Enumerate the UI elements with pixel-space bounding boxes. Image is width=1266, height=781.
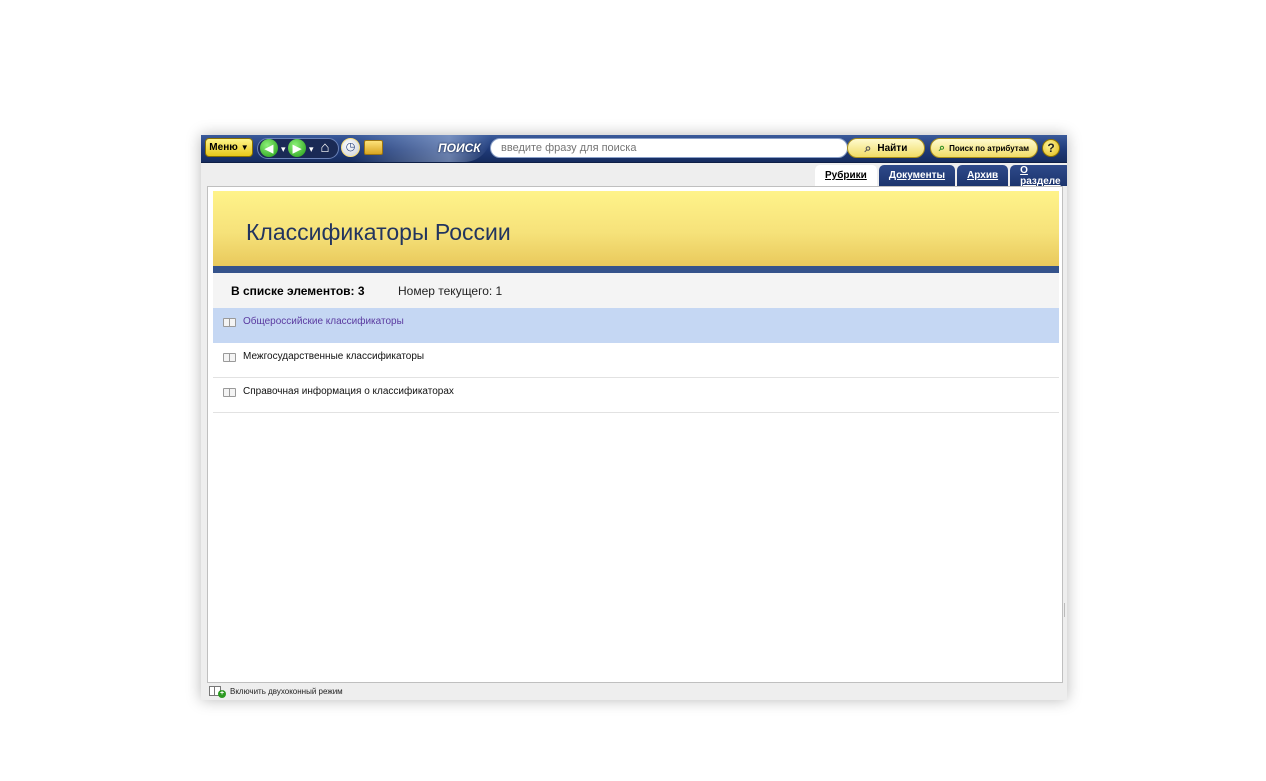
attribute-search-icon: ⌕ bbox=[938, 141, 946, 154]
tab-about[interactable]: О разделе bbox=[1010, 165, 1067, 187]
tab-rubrics[interactable]: Рубрики bbox=[815, 165, 877, 186]
history-icon[interactable]: ◷ bbox=[341, 138, 360, 157]
app-window: Меню ▼ ◀ ▾ ▶ ▾ ⌂ ◷ ПОИСК ⌕ Найти ⌕ Поиск… bbox=[201, 135, 1067, 700]
attribute-search-label: Поиск по атрибутам bbox=[949, 143, 1030, 153]
status-bar: + Включить двухоконный режим bbox=[201, 683, 1067, 700]
book-icon bbox=[223, 318, 236, 327]
find-button[interactable]: ⌕ Найти bbox=[847, 138, 925, 158]
menu-button-label: Меню bbox=[209, 142, 238, 153]
help-icon[interactable]: ? bbox=[1042, 139, 1060, 157]
book-icon bbox=[223, 388, 236, 397]
item-count-label: В списке элементов: 3 bbox=[231, 284, 365, 298]
forward-arrow-icon[interactable]: ▶ bbox=[288, 139, 306, 157]
folder-icon[interactable] bbox=[364, 140, 383, 155]
dual-mode-toggle[interactable]: Включить двухоконный режим bbox=[230, 687, 343, 696]
menu-button[interactable]: Меню ▼ bbox=[205, 138, 253, 157]
page-banner: Классификаторы России bbox=[213, 191, 1059, 266]
banner-divider bbox=[213, 266, 1059, 273]
tab-bar: Рубрики Документы Архив О разделе bbox=[815, 165, 1067, 187]
list-item-label[interactable]: Справочная информация о классификаторах bbox=[243, 386, 454, 397]
list-item-label[interactable]: Общероссийские классификаторы bbox=[243, 316, 404, 327]
back-arrow-icon[interactable]: ◀ bbox=[260, 139, 278, 157]
find-button-label: Найти bbox=[877, 142, 908, 154]
back-dropdown-icon[interactable]: ▾ bbox=[281, 144, 286, 155]
content-panel: Классификаторы России В списке элементов… bbox=[207, 186, 1063, 683]
magnifier-icon: ⌕ bbox=[864, 140, 872, 155]
dual-window-icon[interactable]: + bbox=[209, 686, 226, 698]
list-item[interactable]: Межгосударственные классификаторы bbox=[213, 343, 1059, 378]
toolbar: Меню ▼ ◀ ▾ ▶ ▾ ⌂ ◷ ПОИСК ⌕ Найти ⌕ Поиск… bbox=[201, 135, 1067, 163]
tab-documents[interactable]: Документы bbox=[878, 165, 956, 186]
list-item[interactable]: Справочная информация о классификаторах bbox=[213, 378, 1059, 413]
forward-dropdown-icon[interactable]: ▾ bbox=[309, 144, 314, 155]
scrollbar-edge[interactable] bbox=[1064, 603, 1065, 617]
chevron-down-icon: ▼ bbox=[240, 143, 249, 152]
search-label: ПОИСК bbox=[438, 141, 481, 155]
home-icon[interactable]: ⌂ bbox=[316, 139, 334, 157]
current-index-label: Номер текущего: 1 bbox=[398, 284, 503, 298]
book-icon bbox=[223, 353, 236, 362]
page-title: Классификаторы России bbox=[246, 219, 511, 245]
list-item-label[interactable]: Межгосударственные классификаторы bbox=[243, 351, 424, 362]
tab-archive[interactable]: Архив bbox=[957, 165, 1009, 186]
list-info-bar: В списке элементов: 3 Номер текущего: 1 bbox=[213, 273, 1059, 308]
list-item[interactable]: Общероссийские классификаторы bbox=[213, 308, 1059, 343]
search-input[interactable] bbox=[490, 138, 848, 158]
attribute-search-button[interactable]: ⌕ Поиск по атрибутам bbox=[930, 138, 1038, 158]
